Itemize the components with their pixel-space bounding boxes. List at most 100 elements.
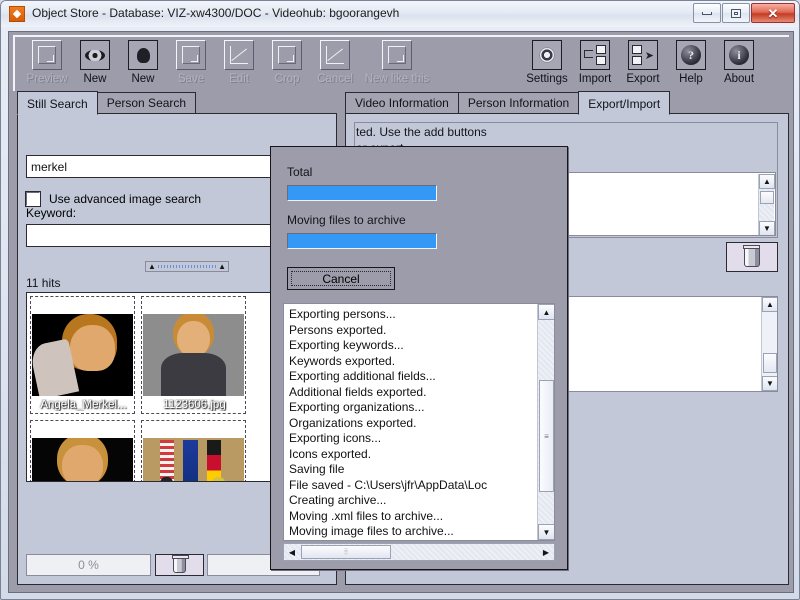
log-line[interactable]: File saved - C:\Users\jfr\AppData\Loc bbox=[289, 478, 487, 494]
toolbar-new-person-button[interactable]: New bbox=[119, 39, 167, 85]
export-list-scrollbar[interactable]: ▲ ▼ bbox=[758, 174, 775, 235]
export-log-lines: Exporting persons... Persons exported. Exp… bbox=[289, 307, 487, 540]
minimize-button[interactable] bbox=[693, 3, 721, 23]
scrollbar-thumb[interactable] bbox=[760, 191, 774, 204]
toolbar-cancel-button[interactable]: Cancel bbox=[311, 39, 359, 85]
gear-icon bbox=[532, 40, 562, 70]
thumbnail-caption: 1123606.jpg bbox=[163, 399, 226, 411]
log-line[interactable]: Exporting keywords... bbox=[289, 338, 487, 354]
toolbar-new-like-this-button[interactable]: New like this bbox=[359, 39, 435, 85]
toolbar-preview-button[interactable]: Preview bbox=[23, 39, 71, 85]
advanced-search-label: Use advanced image search bbox=[49, 192, 202, 206]
log-line[interactable]: Moving image files to archive... bbox=[289, 524, 487, 540]
toolbar-right-group: Settings Import ➤ Export ? Help i About bbox=[523, 39, 763, 85]
export-log-list[interactable]: Exporting persons... Persons exported. Exp… bbox=[283, 303, 555, 541]
export-icon: ➤ bbox=[628, 40, 658, 70]
maximize-icon bbox=[731, 8, 741, 18]
progress-percent-field: 0 % bbox=[26, 554, 151, 576]
toolbar-help-button[interactable]: ? Help bbox=[667, 39, 715, 85]
log-line[interactable]: Exporting organizations... bbox=[289, 400, 487, 416]
toolbar-crop-button[interactable]: Crop bbox=[263, 39, 311, 85]
tab-video-information[interactable]: Video Information bbox=[345, 92, 459, 114]
help-icon: ? bbox=[676, 40, 706, 70]
tab-person-information[interactable]: Person Information bbox=[457, 92, 580, 114]
scrollbar-thumb[interactable]: ⦙⦙ bbox=[301, 545, 391, 559]
scroll-up-icon[interactable]: ▲ bbox=[759, 174, 775, 189]
toolbar-settings-button[interactable]: Settings bbox=[523, 39, 571, 85]
list-item[interactable]: 1045969_o.jpg bbox=[141, 420, 246, 481]
toolbar-button-label: New bbox=[131, 73, 155, 85]
scrollbar-thumb[interactable]: ≡ bbox=[539, 380, 554, 492]
export-progress-dialog: Total Moving files to archive Cancel Exp… bbox=[270, 146, 568, 570]
import-icon bbox=[580, 40, 610, 70]
list-item[interactable]: 1123606.jpg bbox=[141, 296, 246, 414]
log-line[interactable]: Icons exported. bbox=[289, 447, 487, 463]
frame-icon bbox=[272, 40, 302, 70]
log-vertical-scrollbar[interactable]: ▲ ≡ ▼ bbox=[537, 304, 554, 540]
frame-icon bbox=[32, 40, 62, 70]
toolbar-button-label: Settings bbox=[526, 73, 568, 85]
hits-count: 11 hits bbox=[26, 276, 61, 290]
stage-progress-label: Moving files to archive bbox=[287, 213, 406, 227]
log-line[interactable]: Saving file bbox=[289, 462, 487, 478]
log-line[interactable]: Exporting additional fields... bbox=[289, 369, 487, 385]
archive-list-scrollbar[interactable]: ▲ ▼ bbox=[761, 297, 777, 391]
cancel-button[interactable]: Cancel bbox=[287, 267, 395, 290]
list-item[interactable]: 1041686_l.jpg bbox=[30, 420, 135, 481]
toolbar-about-button[interactable]: i About bbox=[715, 39, 763, 85]
chart-icon bbox=[224, 40, 254, 70]
toolbar-button-label: About bbox=[723, 73, 755, 85]
toolbar-save-button[interactable]: Save bbox=[167, 39, 215, 85]
remove-from-export-button[interactable] bbox=[726, 242, 778, 272]
log-horizontal-scrollbar[interactable]: ◀ ⦙⦙ ▶ bbox=[283, 543, 555, 561]
toolbar-edit-button[interactable]: Edit bbox=[215, 39, 263, 85]
diamond-icon bbox=[9, 6, 25, 22]
close-icon: ✕ bbox=[767, 5, 779, 21]
log-line[interactable]: Creating archive... bbox=[289, 493, 487, 509]
delete-button[interactable] bbox=[155, 554, 204, 576]
toolbar-button-label: Export bbox=[626, 73, 660, 85]
close-button[interactable]: ✕ bbox=[751, 3, 795, 23]
keyword-label: Keyword: bbox=[26, 206, 77, 220]
toolbar-new-still-button[interactable]: New bbox=[71, 39, 119, 85]
info-icon: i bbox=[724, 40, 754, 70]
log-line[interactable]: Persons exported. bbox=[289, 323, 487, 339]
scroll-down-icon[interactable]: ▼ bbox=[538, 524, 554, 540]
export-instructions-line1: ted. Use the add buttons bbox=[356, 125, 487, 139]
toolbar-left-group: Preview New New Save Edit Crop Cancel Ne… bbox=[23, 39, 435, 85]
chevron-up-icon-left: ▲ bbox=[148, 261, 156, 271]
tab-person-search[interactable]: Person Search bbox=[96, 92, 197, 114]
tab-still-search[interactable]: Still Search bbox=[17, 91, 98, 115]
toolbar-button-label: New bbox=[83, 73, 107, 85]
scrollbar-thumb[interactable] bbox=[763, 353, 777, 373]
scroll-up-icon[interactable]: ▲ bbox=[538, 304, 554, 320]
log-line[interactable]: Exporting persons... bbox=[289, 307, 487, 323]
eye-icon bbox=[80, 40, 110, 70]
toolbar-export-button[interactable]: ➤ Export bbox=[619, 39, 667, 85]
window-controls: ✕ bbox=[693, 3, 795, 23]
toolbar-import-button[interactable]: Import bbox=[571, 39, 619, 85]
maximize-button[interactable] bbox=[722, 3, 750, 23]
total-progress-label: Total bbox=[287, 165, 313, 179]
thumbnail-image bbox=[32, 438, 133, 481]
tab-export-import[interactable]: Export/Import bbox=[578, 91, 671, 115]
cancel-button-label: Cancel bbox=[291, 271, 391, 286]
list-item[interactable]: Angela_Merkel... bbox=[30, 296, 135, 414]
scroll-left-icon[interactable]: ◀ bbox=[284, 544, 300, 560]
minimize-icon bbox=[702, 11, 712, 15]
log-line[interactable]: Exporting icons... bbox=[289, 431, 487, 447]
thumbnail-image bbox=[32, 314, 133, 396]
log-line[interactable]: Organizations exported. bbox=[289, 416, 487, 432]
thumbnail-image bbox=[143, 438, 244, 481]
log-line[interactable]: Additional fields exported. bbox=[289, 385, 487, 401]
scroll-down-icon[interactable]: ▼ bbox=[762, 376, 777, 391]
checkbox-icon[interactable] bbox=[26, 192, 40, 206]
scroll-up-icon[interactable]: ▲ bbox=[762, 297, 777, 312]
chevron-up-icon-right: ▲ bbox=[218, 261, 226, 271]
scroll-right-icon[interactable]: ▶ bbox=[538, 544, 554, 560]
advanced-search-checkbox-row[interactable]: Use advanced image search bbox=[26, 192, 201, 206]
collapse-splitter[interactable]: ▲ ▲ bbox=[145, 261, 229, 272]
log-line[interactable]: Keywords exported. bbox=[289, 354, 487, 370]
log-line[interactable]: Moving .xml files to archive... bbox=[289, 509, 487, 525]
scroll-down-icon[interactable]: ▼ bbox=[759, 221, 775, 235]
